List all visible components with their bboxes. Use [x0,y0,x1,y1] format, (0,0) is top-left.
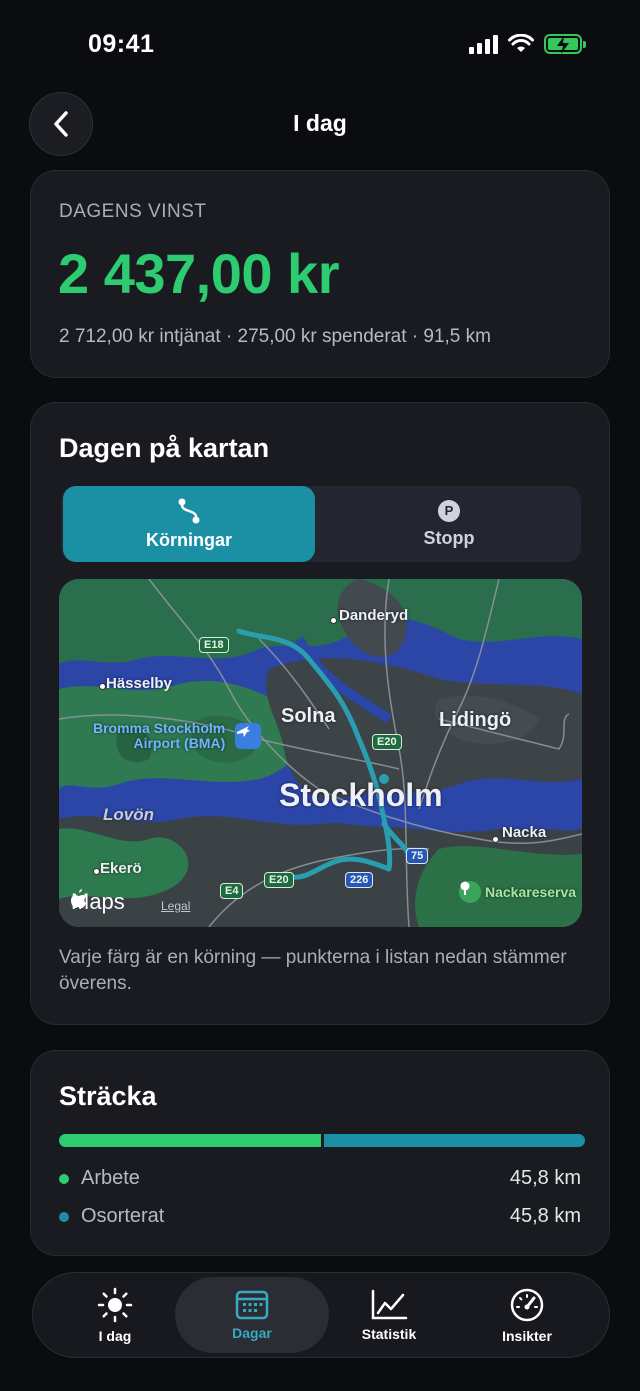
map-label-bromma-line2: Airport (BMA) [133,735,226,751]
map-label-stockholm: Stockholm [279,777,443,813]
park-icon [459,881,481,903]
profit-label: DAGENS VINST [59,201,207,222]
map-card: Dagen på kartan Körningar P Stopp Dander… [30,402,610,1025]
map-dot-ekero [93,868,100,875]
map-label-nackareservat: Nackareserva [485,884,577,900]
legend-dot-work [59,1173,69,1184]
wifi-icon [508,34,534,52]
tab-statistik[interactable]: Statistik [313,1277,465,1353]
distance-row-work: Arbete 45,8 km [59,1167,581,1190]
profit-value: 2 437,00 kr [58,242,339,305]
distance-bar [59,1134,585,1147]
segment-korningar[interactable]: Körningar [63,486,315,562]
road-shield-e20-south: E20 [264,872,294,888]
segment-stopp-label: Stopp [423,527,475,548]
tab-bar: I dag Dagar Statistik Insikter [32,1272,610,1358]
cellular-signal-icon [469,34,498,54]
route-map[interactable]: Danderyd E18 Hässelby Solna Lidingö Brom… [59,579,582,927]
battery-icon [544,34,586,54]
parking-icon: P [438,499,460,522]
map-mode-segmented-control: Körningar P Stopp [61,486,581,562]
tab-statistik-label: Statistik [361,1325,417,1342]
map-label-lovon: Lovön [103,805,154,824]
road-shield-e18: E18 [199,637,229,653]
tab-insikter-label: Insikter [502,1327,552,1344]
status-bar: 09:41 [0,0,640,90]
distance-bar-work [59,1134,321,1147]
tab-insikter[interactable]: Insikter [451,1277,603,1353]
map-label-danderyd: Danderyd [339,607,409,624]
distance-row-unsorted-value: 45,8 km [509,1205,581,1227]
map-label-bromma: Bromma Stockholm Airport (BMA) [93,721,225,751]
distance-bar-unsorted [324,1134,585,1147]
airport-icon [235,723,261,749]
segment-korningar-label: Körningar [145,529,232,550]
profit-summary: 2 712,00 kr intjänat · 275,00 kr spender… [59,326,491,347]
segment-stopp[interactable]: P Stopp [323,486,575,562]
calendar-icon [235,1290,269,1319]
distance-row-unsorted-name: Osorterat [81,1205,165,1227]
map-label-solna: Solna [281,705,336,727]
apple-maps-brand: Maps [71,889,125,915]
apple-logo-icon [71,889,86,908]
tab-dagar-label: Dagar [232,1324,272,1341]
road-shield-e20-north: E20 [372,734,402,750]
route-icon [178,498,200,523]
gauge-icon [510,1288,544,1321]
map-dot-nacka [492,836,499,843]
map-label-bromma-line1: Bromma Stockholm [93,720,226,736]
map-dot-hasselby [99,683,106,690]
profit-card: DAGENS VINST 2 437,00 kr 2 712,00 kr int… [30,170,610,378]
map-note: Varje färg är en körning — punkterna i l… [59,947,567,994]
distance-row-work-value: 45,8 km [509,1167,581,1189]
map-card-title: Dagen på kartan [59,433,270,463]
distance-title: Sträcka [59,1081,157,1111]
legal-link[interactable]: Legal [161,899,190,913]
status-time: 09:41 [88,30,155,58]
distance-row-work-name: Arbete [81,1167,140,1189]
tab-i-dag-label: I dag [98,1327,132,1344]
sun-icon [97,1287,133,1322]
map-label-hasselby: Hässelby [106,675,172,692]
tab-i-dag[interactable]: I dag [39,1277,191,1353]
distance-row-unsorted: Osorterat 45,8 km [59,1205,581,1228]
road-shield-226: 226 [345,872,374,888]
map-label-nacka: Nacka [502,824,547,841]
road-shield-75: 75 [406,848,429,864]
map-dot-danderyd [330,617,337,624]
road-shield-e4: E4 [220,883,244,899]
tab-dagar[interactable]: Dagar [175,1277,329,1353]
status-icons [469,34,586,54]
map-label-ekero: Ekerö [100,860,142,877]
distance-card: Sträcka Arbete 45,8 km Osorterat 45,8 km [30,1050,610,1256]
chart-icon [371,1289,408,1319]
page-title: I dag [293,110,347,136]
map-label-lidingo: Lidingö [439,709,512,731]
legend-dot-unsorted [59,1211,69,1222]
